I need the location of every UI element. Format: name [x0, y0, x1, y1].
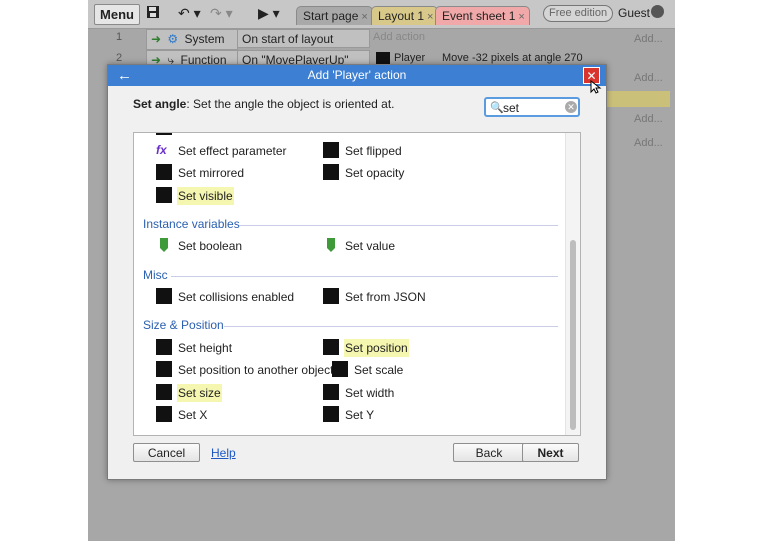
list-item-label: Set collisions enabled — [178, 290, 295, 304]
list-item-label: Set position to another object — [178, 363, 334, 377]
list-item-label: Set visible — [177, 187, 234, 205]
fx-icon: fx — [156, 143, 167, 157]
save-icon[interactable] — [146, 5, 160, 22]
search-input[interactable]: 🔍 set ✕ — [484, 97, 580, 117]
action-description: Set angle: Set the angle the object is o… — [133, 97, 395, 111]
player-sprite-icon — [156, 164, 172, 180]
player-sprite-icon — [156, 361, 172, 377]
player-sprite-icon — [323, 406, 339, 422]
player-sprite-icon — [323, 142, 339, 158]
tab-label: Layout 1 — [378, 9, 425, 23]
scrollbar-thumb[interactable] — [570, 240, 576, 430]
action-icon — [156, 133, 172, 135]
scrollbar[interactable] — [565, 133, 580, 435]
user-name[interactable]: Guest — [618, 6, 650, 20]
close-icon[interactable]: × — [518, 11, 524, 23]
list-item-label: Set position — [344, 339, 409, 357]
player-sprite-icon — [156, 288, 172, 304]
action-list: fx Set effect parameter Set flipped Set m… — [133, 132, 581, 436]
dialog-title-bar: ← Add 'Player' action ✕ — [108, 65, 606, 86]
list-item-label: Set width — [345, 386, 395, 400]
event-object-label: System — [184, 32, 225, 46]
clear-search-icon[interactable]: ✕ — [565, 101, 577, 113]
undo-icon[interactable]: ↶ ▾ — [178, 5, 201, 22]
category-divider — [171, 276, 558, 277]
next-button[interactable]: Next — [522, 443, 579, 462]
list-item-label: Set size — [177, 384, 222, 402]
event-object[interactable]: ➜ ⚙ System — [146, 29, 238, 50]
tab-label: Start page — [303, 9, 359, 23]
add-action-dialog: ← Add 'Player' action ✕ Set angle: Set t… — [107, 64, 607, 480]
event-number: 2 — [116, 52, 123, 64]
free-edition-badge[interactable]: Free edition — [543, 5, 614, 22]
category-size-position: Size & Position — [143, 318, 224, 332]
instance-variable-icon — [327, 238, 335, 252]
gear-icon: ⚙ — [167, 32, 179, 46]
player-sprite-icon — [323, 384, 339, 400]
list-item-label: Set flipped — [345, 144, 402, 158]
close-icon[interactable]: × — [361, 11, 367, 23]
player-sprite-icon — [323, 164, 339, 180]
player-sprite-icon — [323, 339, 339, 355]
list-item-label: Set opacity — [345, 166, 405, 180]
list-item-label: Set value — [345, 239, 396, 253]
list-item-label: Set effect parameter — [178, 144, 287, 158]
redo-icon[interactable]: ↷ ▾ — [210, 5, 233, 22]
event-number: 1 — [116, 31, 123, 43]
event-row[interactable]: 1 ➜ ⚙ System On start of layout Add acti… — [88, 28, 675, 50]
category-instance-variables: Instance variables — [143, 217, 240, 231]
tab-label: Event sheet 1 — [442, 9, 516, 23]
event-condition[interactable]: On start of layout — [237, 29, 370, 48]
search-icon: 🔍 — [490, 102, 504, 114]
cancel-button[interactable]: Cancel — [133, 443, 200, 462]
list-item-label: Set from JSON — [345, 290, 426, 304]
instance-variable-icon — [160, 238, 168, 252]
avatar[interactable] — [651, 5, 664, 18]
add-link[interactable]: Add... — [634, 137, 663, 149]
category-divider — [239, 225, 558, 226]
arrow-icon: ➜ — [151, 32, 162, 46]
search-value[interactable]: set — [503, 101, 519, 115]
action-text[interactable]: Move -32 pixels at angle 270 — [442, 52, 583, 64]
tab-start-page[interactable]: Start page × — [296, 6, 373, 25]
category-misc: Misc — [143, 268, 168, 282]
list-item-label: Set X — [178, 408, 208, 422]
description-text: : Set the angle the object is oriented a… — [186, 97, 395, 111]
add-action-link[interactable]: Add action — [373, 31, 425, 43]
add-link[interactable]: Add... — [634, 72, 663, 84]
play-icon[interactable]: ▶ ▾ — [258, 5, 280, 22]
list-item-label: Set scale — [354, 363, 404, 377]
player-sprite-icon — [332, 361, 348, 377]
action-object: Player — [394, 52, 426, 64]
player-sprite-icon — [156, 187, 172, 203]
menu-button[interactable]: Menu — [94, 4, 140, 25]
description-name: Set angle — [133, 97, 187, 111]
dialog-title: Add 'Player' action — [307, 68, 407, 82]
tab-event-sheet-1[interactable]: Event sheet 1 × — [435, 6, 530, 25]
player-sprite-icon — [156, 339, 172, 355]
close-icon[interactable]: × — [427, 11, 433, 23]
mouse-cursor-icon — [590, 80, 602, 94]
tab-layout-1[interactable]: Layout 1 × — [371, 6, 439, 25]
add-link[interactable]: Add... — [634, 113, 663, 125]
player-sprite-icon — [156, 384, 172, 400]
list-item-label: Set Y — [345, 408, 375, 422]
player-sprite-icon — [156, 406, 172, 422]
list-item-label: Set boolean — [178, 239, 243, 253]
player-sprite-icon — [323, 288, 339, 304]
list-item-label: Set mirrored — [178, 166, 245, 180]
help-link[interactable]: Help — [211, 446, 236, 460]
main-toolbar: Menu ↶ ▾ ↷ ▾ ▶ ▾ Start page × Layout 1 × E… — [88, 0, 675, 29]
back-button[interactable]: Back — [453, 443, 525, 462]
add-link[interactable]: Add... — [634, 33, 663, 45]
list-item-label: Set height — [178, 341, 233, 355]
category-divider — [224, 326, 558, 327]
selected-row-highlight — [600, 91, 670, 107]
